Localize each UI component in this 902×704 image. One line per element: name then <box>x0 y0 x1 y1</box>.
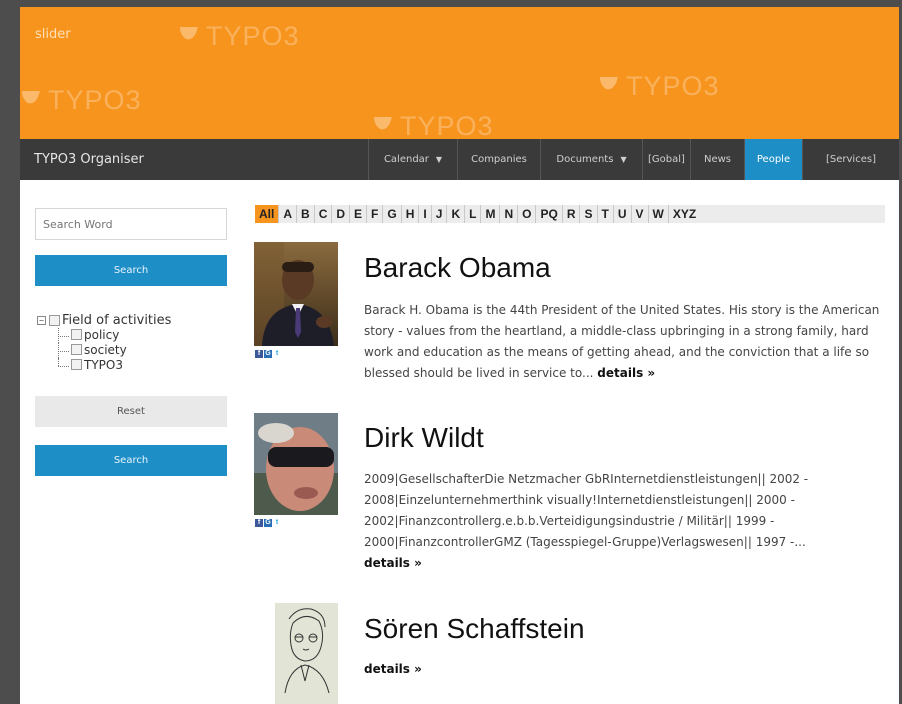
tree-checkbox[interactable] <box>71 359 82 370</box>
main-menu: Calendar ▼ Companies Documents ▼ [Gobal] N… <box>368 139 899 180</box>
typo3-watermark: TYPO3 <box>178 21 300 52</box>
menu-item-services[interactable]: [Services] <box>802 139 899 180</box>
letter-w[interactable]: W <box>649 205 669 223</box>
letter-a[interactable]: A <box>279 205 298 223</box>
person-description: details » <box>364 659 884 680</box>
person-description: Barack H. Obama is the 44th President of… <box>364 303 880 380</box>
tree-root: − Field of activities <box>37 312 171 328</box>
typo3-logo-icon <box>600 77 618 90</box>
typo3-logo-icon <box>22 91 40 104</box>
letter-f[interactable]: F <box>367 205 384 223</box>
person-name[interactable]: Dirk Wildt <box>364 422 484 454</box>
menu-item-calendar[interactable]: Calendar ▼ <box>368 139 457 180</box>
main-navbar: TYPO3 Organiser Calendar ▼ Companies Docu… <box>20 139 899 180</box>
facebook-icon[interactable]: f <box>255 519 263 527</box>
letter-m[interactable]: M <box>481 205 501 223</box>
letter-u[interactable]: U <box>614 205 632 223</box>
tree-checkbox[interactable] <box>71 344 82 355</box>
typo3-logo-icon <box>180 27 198 40</box>
tree-item-typo3: TYPO3 <box>37 358 171 373</box>
typo3-watermark: TYPO3 <box>598 71 720 102</box>
tree-root-label: Field of activities <box>62 312 172 328</box>
letter-j[interactable]: J <box>432 205 448 223</box>
menu-item-documents[interactable]: Documents ▼ <box>540 139 642 180</box>
social-links: f G t <box>255 519 281 527</box>
person-name[interactable]: Sören Schaffstein <box>364 613 585 645</box>
letter-c[interactable]: C <box>315 205 333 223</box>
person-photo-obama[interactable] <box>254 242 338 346</box>
letter-e[interactable]: E <box>350 205 368 223</box>
letter-v[interactable]: V <box>632 205 649 223</box>
tree-item-society: society <box>37 343 171 358</box>
site-brand[interactable]: TYPO3 Organiser <box>34 152 144 167</box>
letter-t[interactable]: T <box>598 205 614 223</box>
tree-checkbox[interactable] <box>71 329 82 340</box>
reset-button[interactable]: Reset <box>35 396 227 427</box>
typo3-logo-icon <box>374 117 392 130</box>
letter-d[interactable]: D <box>332 205 351 223</box>
letter-n[interactable]: N <box>500 205 519 223</box>
letter-g[interactable]: G <box>383 205 402 223</box>
letter-s[interactable]: S <box>580 205 598 223</box>
letter-all[interactable]: All <box>255 205 280 223</box>
google-icon[interactable]: G <box>264 519 272 527</box>
social-links: f G t <box>255 350 281 358</box>
letter-l[interactable]: L <box>465 205 482 223</box>
letter-b[interactable]: B <box>297 205 315 223</box>
person-photo-schaffstein[interactable] <box>275 603 338 704</box>
twitter-icon[interactable]: t <box>273 519 281 527</box>
twitter-icon[interactable]: t <box>273 350 281 358</box>
menu-item-news[interactable]: News <box>690 139 744 180</box>
menu-item-people[interactable]: People <box>744 139 802 180</box>
details-link[interactable]: details » <box>364 662 422 676</box>
menu-item-companies[interactable]: Companies <box>457 139 540 180</box>
person-description: 2009|GesellschafterDie Netzmacher GbRInt… <box>364 472 809 570</box>
chevron-down-icon: ▼ <box>435 155 443 164</box>
collapse-icon[interactable]: − <box>37 315 46 325</box>
tree-checkbox[interactable] <box>49 314 60 326</box>
alphabet-filter: All A B C D E F G H I J K L M N O PQ R S… <box>255 205 885 223</box>
search-button[interactable]: Search <box>35 255 227 286</box>
typo3-watermark: TYPO3 <box>20 85 142 116</box>
slider-banner: slider TYPO3 TYPO3 TYPO3 TYPO3 <box>20 7 899 139</box>
search-button-2[interactable]: Search <box>35 445 227 476</box>
search-input[interactable] <box>35 208 227 240</box>
letter-r[interactable]: R <box>563 205 581 223</box>
typo3-watermark: TYPO3 <box>372 111 494 139</box>
details-link[interactable]: details » <box>364 556 422 570</box>
facebook-icon[interactable]: f <box>255 350 263 358</box>
tree-item-policy: policy <box>37 328 171 343</box>
letter-pq[interactable]: PQ <box>536 205 563 223</box>
activity-tree: − Field of activities policy society TYP… <box>37 312 171 373</box>
letter-i[interactable]: I <box>419 205 432 223</box>
person-name[interactable]: Barack Obama <box>364 252 551 284</box>
slider-label: slider <box>35 27 71 42</box>
chevron-down-icon: ▼ <box>620 155 627 164</box>
page-frame: slider TYPO3 TYPO3 TYPO3 TYPO3 TYPO3 Org… <box>20 7 899 704</box>
menu-item-global[interactable]: [Gobal] <box>642 139 690 180</box>
person-photo-wildt[interactable] <box>254 413 338 515</box>
letter-o[interactable]: O <box>518 205 537 223</box>
letter-k[interactable]: K <box>447 205 466 223</box>
google-icon[interactable]: G <box>264 350 272 358</box>
letter-h[interactable]: H <box>402 205 420 223</box>
details-link[interactable]: details » <box>597 366 655 380</box>
letter-xyz[interactable]: XYZ <box>669 205 700 223</box>
